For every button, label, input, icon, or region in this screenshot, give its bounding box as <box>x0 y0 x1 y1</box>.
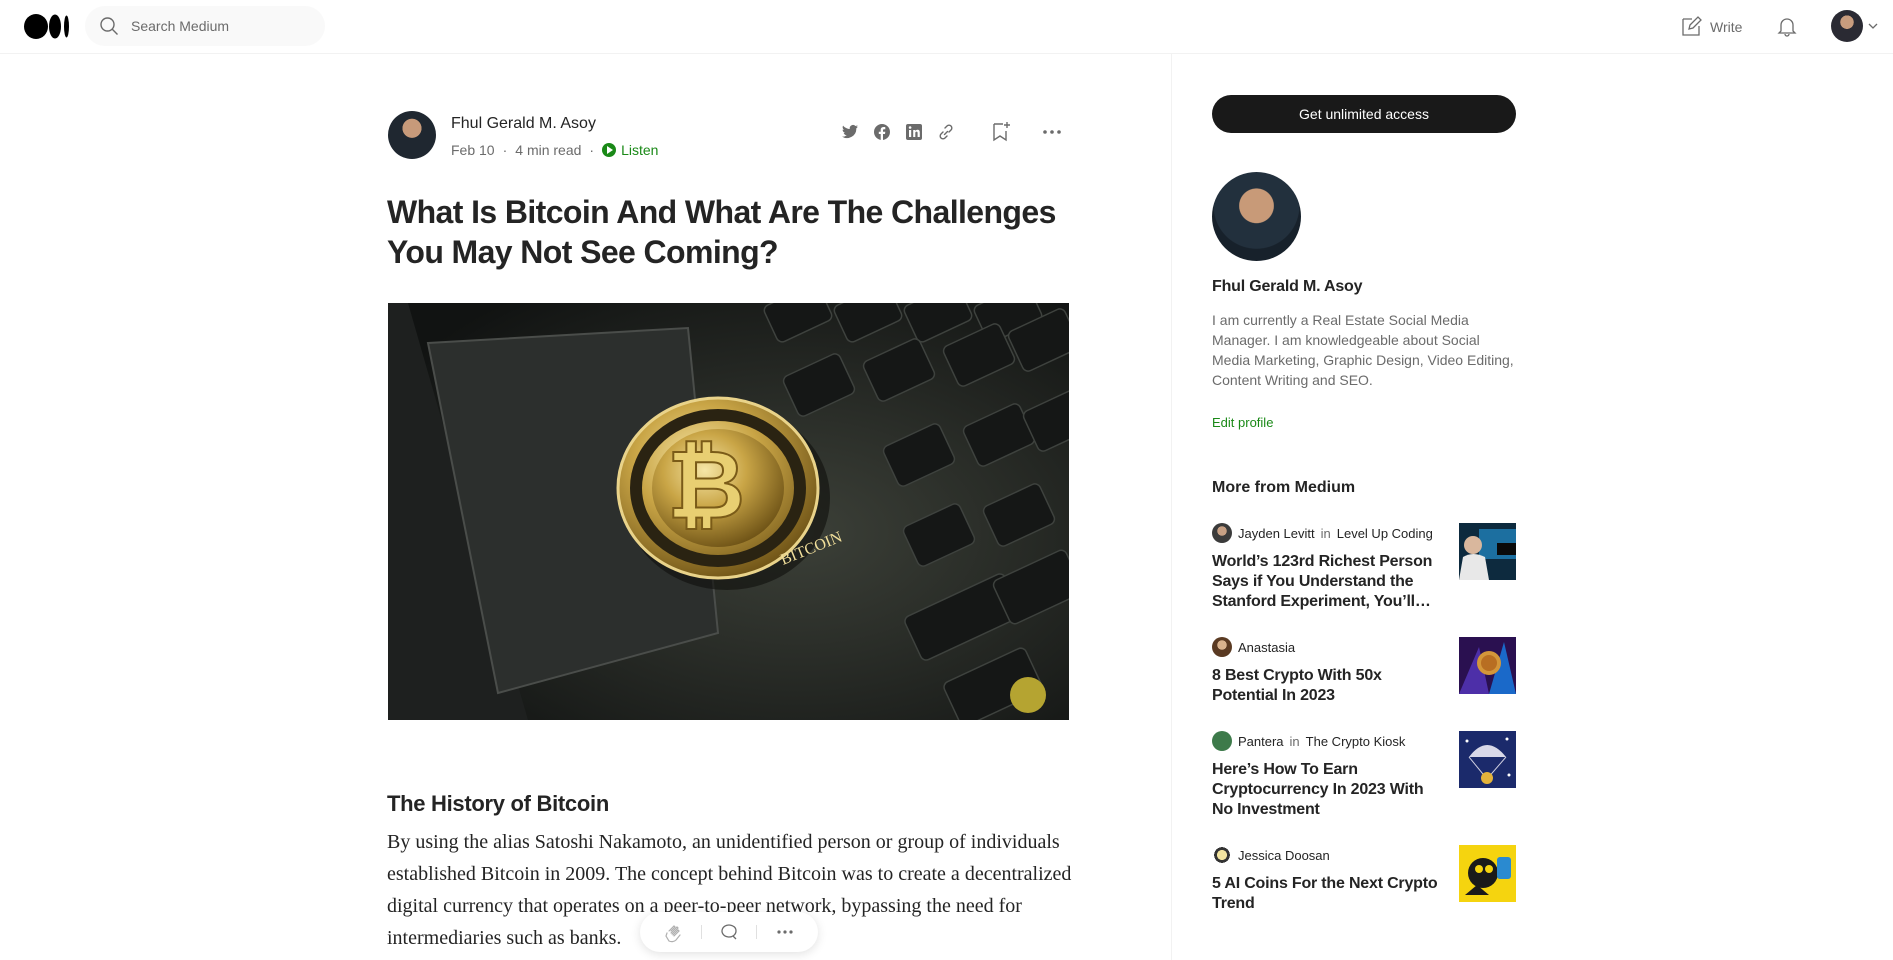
search-input[interactable]: Search Medium <box>131 18 229 34</box>
more-icon[interactable] <box>1040 120 1064 144</box>
article-meta: Feb 10 · 4 min read · Listen <box>451 142 658 158</box>
sidebar-divider <box>1171 54 1172 960</box>
avatar[interactable] <box>1212 845 1232 865</box>
author-avatar[interactable] <box>1212 172 1301 261</box>
in-label: in <box>1289 733 1300 749</box>
top-nav-bar: Search Medium Write <box>0 0 1893 54</box>
search-box[interactable]: Search Medium <box>85 6 325 46</box>
recommendation-author[interactable]: Anastasia <box>1238 640 1295 655</box>
read-time: 4 min read <box>515 142 582 158</box>
recommendation-author[interactable]: Jessica Doosan <box>1238 848 1330 863</box>
recommendation-publication[interactable]: The Crypto Kiosk <box>1306 734 1406 749</box>
clap-icon[interactable] <box>662 921 684 943</box>
write-button[interactable]: Write <box>1680 15 1742 39</box>
recommendation-publication[interactable]: Level Up Coding <box>1337 526 1433 541</box>
article-title: What Is Bitcoin And What Are The Challen… <box>387 194 1056 270</box>
meta-separator: · <box>589 142 595 158</box>
more-icon[interactable] <box>774 921 796 943</box>
in-label: in <box>1320 525 1331 541</box>
recommendation-thumbnail[interactable] <box>1459 845 1516 902</box>
floating-action-bar <box>640 912 818 952</box>
bell-icon[interactable] <box>1775 14 1799 38</box>
recommendation-title[interactable]: 5 AI Coins For the Next Crypto Trend <box>1212 874 1442 914</box>
play-icon <box>602 143 617 157</box>
recommendation-author[interactable]: Pantera <box>1238 734 1284 749</box>
sidebar-author-bio: I am currently a Real Estate Social Medi… <box>1212 312 1514 388</box>
edit-profile-link[interactable]: Edit profile <box>1212 415 1273 430</box>
linkedin-icon[interactable] <box>904 120 924 144</box>
separator <box>756 925 758 939</box>
link-icon[interactable] <box>936 120 956 144</box>
recommendation-thumbnail[interactable] <box>1459 523 1516 580</box>
recommendation-thumbnail[interactable] <box>1459 731 1516 788</box>
chevron-down-icon[interactable] <box>1868 22 1878 30</box>
author-avatar[interactable] <box>388 111 436 159</box>
recommendation-title[interactable]: 8 Best Crypto With 50x Potential In 2023 <box>1212 666 1442 706</box>
search-icon <box>100 17 118 35</box>
avatar[interactable] <box>1212 731 1232 751</box>
recommendation-item[interactable]: Jessica Doosan 5 AI Coins For the Next C… <box>1212 845 1516 914</box>
avatar[interactable] <box>1212 523 1232 543</box>
write-label: Write <box>1710 19 1743 35</box>
listen-label: Listen <box>621 142 659 158</box>
write-icon <box>1682 16 1702 36</box>
get-unlimited-access-button[interactable]: Get unlimited access <box>1212 95 1516 133</box>
publish-date: Feb 10 <box>451 142 495 158</box>
recommendation-title[interactable]: Here’s How To Earn Cryptocurrency In 202… <box>1212 760 1442 820</box>
recommendation-thumbnail[interactable] <box>1459 637 1516 694</box>
meta-separator: · <box>502 142 508 158</box>
author-name[interactable]: Fhul Gerald M. Asoy <box>451 115 596 133</box>
facebook-icon[interactable] <box>872 120 892 144</box>
recommendation-item[interactable]: Anastasia 8 Best Crypto With 50x Potenti… <box>1212 637 1516 706</box>
recommendation-author[interactable]: Jayden Levitt <box>1238 526 1315 541</box>
recommendation-item[interactable]: Pantera in The Crypto Kiosk Here’s How T… <box>1212 731 1516 820</box>
recommendation-item[interactable]: Jayden Levitt in Level Up Coding World’s… <box>1212 523 1516 612</box>
listen-button[interactable]: Listen <box>602 142 658 158</box>
avatar[interactable] <box>1831 10 1863 42</box>
section-heading: The History of Bitcoin <box>387 791 609 816</box>
avatar[interactable] <box>1212 637 1232 657</box>
svg-text:₿: ₿ <box>667 432 745 539</box>
twitter-icon[interactable] <box>840 120 860 144</box>
recommendation-title[interactable]: World’s 123rd Richest Person Says if You… <box>1212 552 1442 612</box>
medium-logo-icon[interactable] <box>24 14 70 39</box>
more-from-medium-heading: More from Medium <box>1212 479 1356 496</box>
bookmark-add-icon[interactable] <box>990 120 1012 144</box>
article-hero-image: ₿ BITCOIN <box>388 303 1069 720</box>
separator <box>700 925 702 939</box>
sidebar-author-name[interactable]: Fhul Gerald M. Asoy <box>1212 278 1362 296</box>
comment-icon[interactable] <box>718 921 740 943</box>
